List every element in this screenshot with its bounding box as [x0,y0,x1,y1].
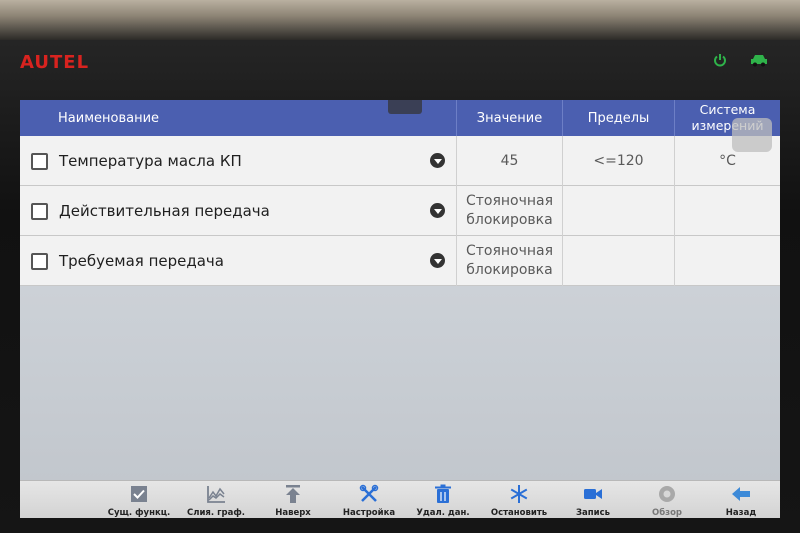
expand-arrow-icon[interactable] [430,253,445,268]
toolbar-label: Наверх [275,508,311,518]
row-checkbox[interactable] [31,252,48,270]
column-header-limits: Пределы [562,100,674,136]
toolbar-button-record[interactable]: Запись [556,481,630,518]
brand-logo: AUTEL [20,52,90,73]
toolbar-label: Сущ. функц. [107,508,171,518]
screen: Наименование Значение Пределы Система из… [20,100,780,518]
row-units [674,236,780,286]
bottom-toolbar: Сущ. функц. Слия. граф. Наверх Настройка… [20,480,780,518]
row-name-cell: Требуемая передача [20,236,456,286]
expand-arrow-icon[interactable] [430,203,445,218]
graph-icon [207,486,225,503]
row-checkbox[interactable] [31,202,48,220]
table-row[interactable]: Требуемая передача Стояночная блокировка [20,236,780,286]
toolbar-label: Запись [575,508,611,518]
toolbar-button-stop[interactable]: Остановить [482,481,556,518]
toolbar-button-review[interactable]: Обзор [630,481,704,518]
row-limits: <=120 [562,136,674,186]
back-arrow-icon [732,487,750,501]
row-limits [562,186,674,236]
row-name-cell: Действительная передача [20,186,456,236]
toolbar-button-merge-graph[interactable]: Слия. граф. [179,481,253,518]
toolbar-label: Слия. граф. [187,508,245,518]
toolbar-label: Настройка [342,508,396,518]
toolbar-button-delete-data[interactable]: Удал. дан. [406,481,480,518]
trash-icon [435,484,451,503]
drag-handle[interactable] [388,100,422,114]
row-name: Требуемая передача [59,252,224,270]
snowflake-icon [510,485,528,503]
row-units [674,186,780,236]
table-row[interactable]: Действительная передача Стояночная блоки… [20,186,780,236]
toolbar-button-top[interactable]: Наверх [256,481,330,518]
row-value: 45 [456,136,562,186]
toolbar-button-back[interactable]: Назад [704,481,778,518]
column-header-value: Значение [456,100,562,136]
power-icon [714,54,726,67]
toolbar-button-settings[interactable]: Настройка [332,481,406,518]
toolbar-label: Обзор [651,508,683,518]
toolbar-label: Назад [725,508,757,518]
row-value: Стояночная блокировка [456,236,562,286]
toolbar-label: Остановить [490,508,548,518]
video-camera-icon [584,489,602,499]
row-name-cell: Температура масла КП [20,136,456,186]
arrow-up-icon [286,485,300,503]
checkbox-icon [131,486,147,502]
review-icon [659,486,675,502]
tools-icon [359,484,379,502]
row-value: Стояночная блокировка [456,186,562,236]
row-name: Температура масла КП [59,152,242,170]
row-limits [562,236,674,286]
table-row[interactable]: Температура масла КП 45 <=120 °C [20,136,780,186]
toolbar-button-functions[interactable]: Сущ. функц. [102,481,176,518]
toolbar-label: Удал. дан. [416,508,470,518]
row-checkbox[interactable] [31,152,48,170]
car-icon [751,55,767,67]
row-name: Действительная передача [59,202,270,220]
expand-arrow-icon[interactable] [430,153,445,168]
table-header: Наименование Значение Пределы Система из… [20,100,780,136]
bezel-top [0,0,800,40]
scroll-to-top-button[interactable] [732,118,772,152]
